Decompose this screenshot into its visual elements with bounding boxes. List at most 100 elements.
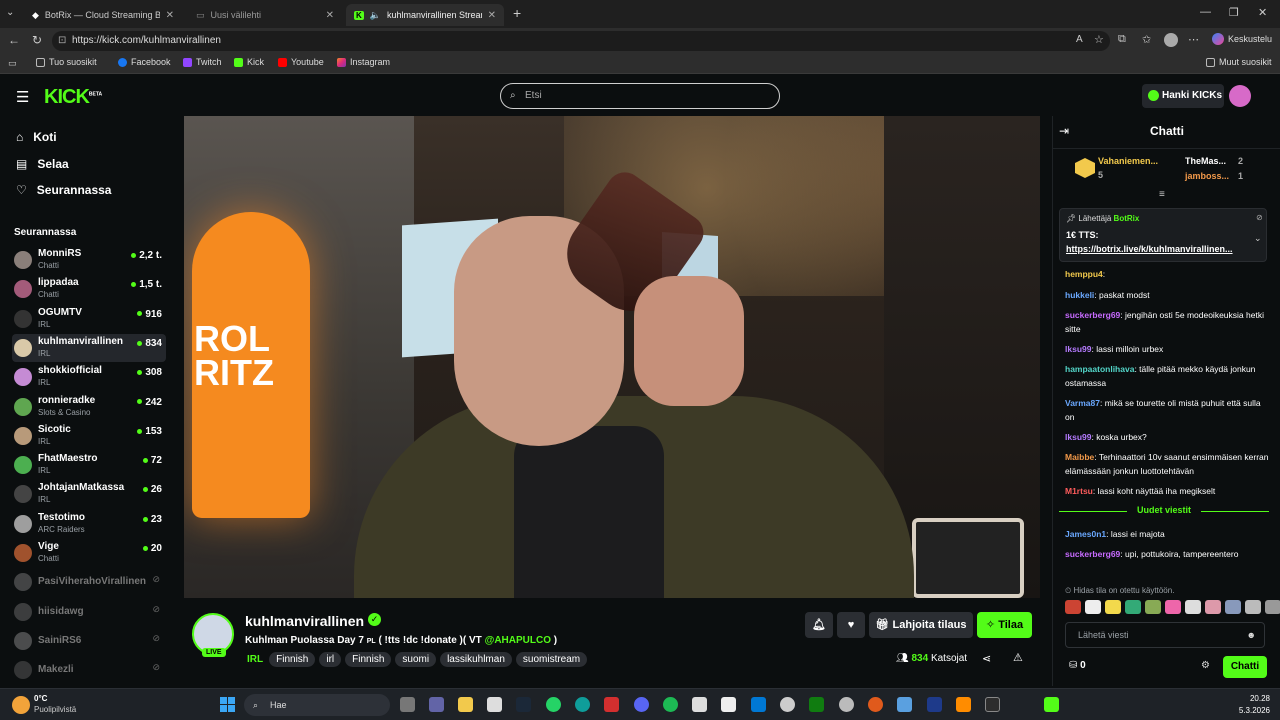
category-tag[interactable]: IRL xyxy=(245,652,265,667)
chat-username[interactable]: hukkeli xyxy=(1065,290,1094,300)
followed-channel-pasiviherahovirallinen[interactable]: PasiViherahoVirallinen ⊘ xyxy=(12,568,166,596)
steam-icon[interactable] xyxy=(516,697,531,712)
emote-icon[interactable] xyxy=(1125,600,1141,614)
followed-channel-monnirs[interactable]: MonniRS Chatti 2,2 t. xyxy=(12,246,166,274)
chat-message[interactable]: Maibbe: Terhinaattori 10v saanut ensimmä… xyxy=(1065,450,1271,478)
chat-message[interactable]: James0n1: lassi ei majota xyxy=(1065,527,1271,541)
clock-time[interactable]: 20.28 xyxy=(1236,694,1270,703)
site-info-icon[interactable]: ⊡ xyxy=(58,31,66,51)
stream-tag[interactable]: lassikuhlman xyxy=(440,652,512,667)
emote-icon[interactable] xyxy=(1145,600,1161,614)
close-tab-icon[interactable]: ✕ xyxy=(326,10,334,21)
xbox-icon[interactable] xyxy=(809,697,824,712)
share-icon[interactable]: ⋖ xyxy=(982,652,991,665)
emote-icon[interactable] xyxy=(1185,600,1201,614)
bookmark-import[interactable]: Tuo suosikit xyxy=(36,57,97,67)
chat-username[interactable]: Varma87 xyxy=(1065,398,1100,408)
followed-channel-kuhlmanvirallinen[interactable]: kuhlmanvirallinen IRL 834 xyxy=(12,333,166,362)
gifter-name[interactable]: jamboss... xyxy=(1185,171,1229,181)
whatsapp-icon[interactable] xyxy=(546,697,561,712)
chat-message[interactable]: lksu99: koska urbex? xyxy=(1065,430,1271,444)
emote-icon[interactable] xyxy=(1085,600,1101,614)
pinned-sender[interactable]: BotRix xyxy=(1114,214,1140,223)
app-green-icon[interactable] xyxy=(1044,697,1059,712)
emote-icon[interactable] xyxy=(1065,600,1081,614)
clock-date[interactable]: 5.3.2026 xyxy=(1226,706,1270,715)
follow-button[interactable]: ♥ xyxy=(837,612,865,638)
chat-username[interactable]: Maibbe xyxy=(1065,452,1094,462)
spotify-icon[interactable] xyxy=(663,697,678,712)
followed-channel-ronnieradke[interactable]: ronnieradke Slots & Casino 242 xyxy=(12,393,166,421)
get-kicks-button[interactable]: Hanki KICKs xyxy=(1142,84,1224,108)
app-blue-icon[interactable] xyxy=(927,697,942,712)
app-g-icon[interactable] xyxy=(692,697,707,712)
chat-username[interactable]: James0n1 xyxy=(1065,529,1106,539)
chat-message[interactable]: suckerberg69: upi, pottukoira, tampereen… xyxy=(1065,547,1271,561)
app-circle-icon[interactable] xyxy=(839,697,854,712)
stream-tag[interactable]: irl xyxy=(319,652,342,667)
followed-channel-hiisidawg[interactable]: hiisidawg ⊘ xyxy=(12,598,166,626)
reload-icon[interactable]: ↻ xyxy=(32,33,42,47)
chat-username[interactable]: hampaatonlihava xyxy=(1065,364,1134,374)
emote-icon[interactable] xyxy=(1105,600,1121,614)
vlc-icon[interactable] xyxy=(956,697,971,712)
teams-icon[interactable] xyxy=(429,697,444,712)
followed-channel-vige[interactable]: Vige Chatti 20 xyxy=(12,539,166,567)
emote-icon[interactable] xyxy=(1225,600,1241,614)
chevron-down-icon[interactable]: ⌄ xyxy=(1254,233,1262,244)
gift-sub-button[interactable]: 🎁︎ Lahjoita tilaus xyxy=(869,612,973,638)
close-tab-icon[interactable]: ✕ xyxy=(166,10,174,21)
user-avatar[interactable] xyxy=(1229,85,1251,107)
top-gifter-name[interactable]: Vahaniemen... xyxy=(1098,156,1158,166)
nav-following[interactable]: ♡ Seurannassa xyxy=(16,183,111,197)
chat-username[interactable]: lksu99 xyxy=(1065,344,1091,354)
url-input[interactable]: ⊡ https://kick.com/kuhlmanvirallinen xyxy=(52,31,1110,51)
read-aloud-icon[interactable]: A xyxy=(1076,34,1083,45)
bookmark-kick[interactable]: Kick xyxy=(234,57,264,67)
bookmark-facebook[interactable]: Facebook xyxy=(118,57,171,67)
video-player[interactable]: ROL RITZ xyxy=(184,116,1040,598)
nav-home[interactable]: ⌂ Koti xyxy=(16,130,57,144)
tab-new-tab[interactable]: ▭ Uusi välilehti ✕ xyxy=(188,4,342,26)
followed-channel-lippadaa[interactable]: lippadaa Chatti 1,5 t. xyxy=(12,275,166,303)
followed-channel-testotimo[interactable]: Testotimo ARC Raiders 23 xyxy=(12,510,166,538)
chat-input[interactable]: Lähetä viesti ☻ xyxy=(1065,622,1265,648)
chat-username[interactable]: suckerberg69 xyxy=(1065,310,1120,320)
tab-botrix[interactable]: ◆ BotRix — Cloud Streaming Bot for ✕ xyxy=(24,4,182,26)
notifications-button[interactable]: 🔔︎ xyxy=(805,612,833,638)
followed-channel-sainirs6[interactable]: SainiRS6 ⊘ xyxy=(12,627,166,655)
channel-points[interactable]: ⛁ 0 xyxy=(1069,660,1086,671)
followed-channel-johtajanmatkassa[interactable]: JohtajanMatkassa IRL 26 xyxy=(12,480,166,508)
mail-icon[interactable] xyxy=(751,697,766,712)
notepad-icon[interactable] xyxy=(721,697,736,712)
edge-icon[interactable] xyxy=(575,697,590,712)
maximize-icon[interactable]: ❐ xyxy=(1229,6,1239,19)
chat-message[interactable]: hemppu4: xyxy=(1065,267,1271,281)
taskbar-search[interactable]: ⌕ Hae xyxy=(244,694,390,716)
chat-username[interactable]: lksu99 xyxy=(1065,432,1091,442)
tab-actions-icon[interactable]: ⌄ xyxy=(6,7,14,18)
minimize-icon[interactable]: — xyxy=(1200,6,1211,18)
chat-message[interactable]: Varma87: mikä se tourette oli mistä puhu… xyxy=(1065,396,1271,424)
audio-playing-icon[interactable]: 🔈 xyxy=(370,10,381,21)
store-icon[interactable] xyxy=(487,697,502,712)
kick-logo[interactable]: KICKBETA xyxy=(44,86,102,109)
emoji-icon[interactable]: ☻ xyxy=(1247,623,1256,647)
start-icon[interactable] xyxy=(220,697,235,712)
chat-message[interactable]: lksu99: lassi milloin urbex xyxy=(1065,342,1271,356)
bookmark-instagram[interactable]: Instagram xyxy=(337,57,390,67)
chat-message[interactable]: hukkeli: paskat modst xyxy=(1065,288,1271,302)
close-tab-icon[interactable]: ✕ xyxy=(488,10,496,21)
app-dark-icon[interactable] xyxy=(985,697,1000,712)
menu-icon[interactable]: ☰ xyxy=(16,88,29,106)
weather-icon[interactable] xyxy=(12,696,30,714)
stream-tag[interactable]: Finnish xyxy=(345,652,392,667)
streamer-name[interactable]: kuhlmanvirallinen xyxy=(245,613,364,629)
profile-avatar-icon[interactable] xyxy=(1164,33,1178,47)
bookmark-twitch[interactable]: Twitch xyxy=(183,57,222,67)
search-input[interactable]: ⌕ Etsi xyxy=(500,83,780,109)
stream-tag[interactable]: suomi xyxy=(395,652,437,667)
followed-channel-makezli[interactable]: Makezli ⊘ xyxy=(12,656,166,684)
emote-icon[interactable] xyxy=(1165,600,1181,614)
send-chat-button[interactable]: Chatti xyxy=(1223,656,1267,678)
